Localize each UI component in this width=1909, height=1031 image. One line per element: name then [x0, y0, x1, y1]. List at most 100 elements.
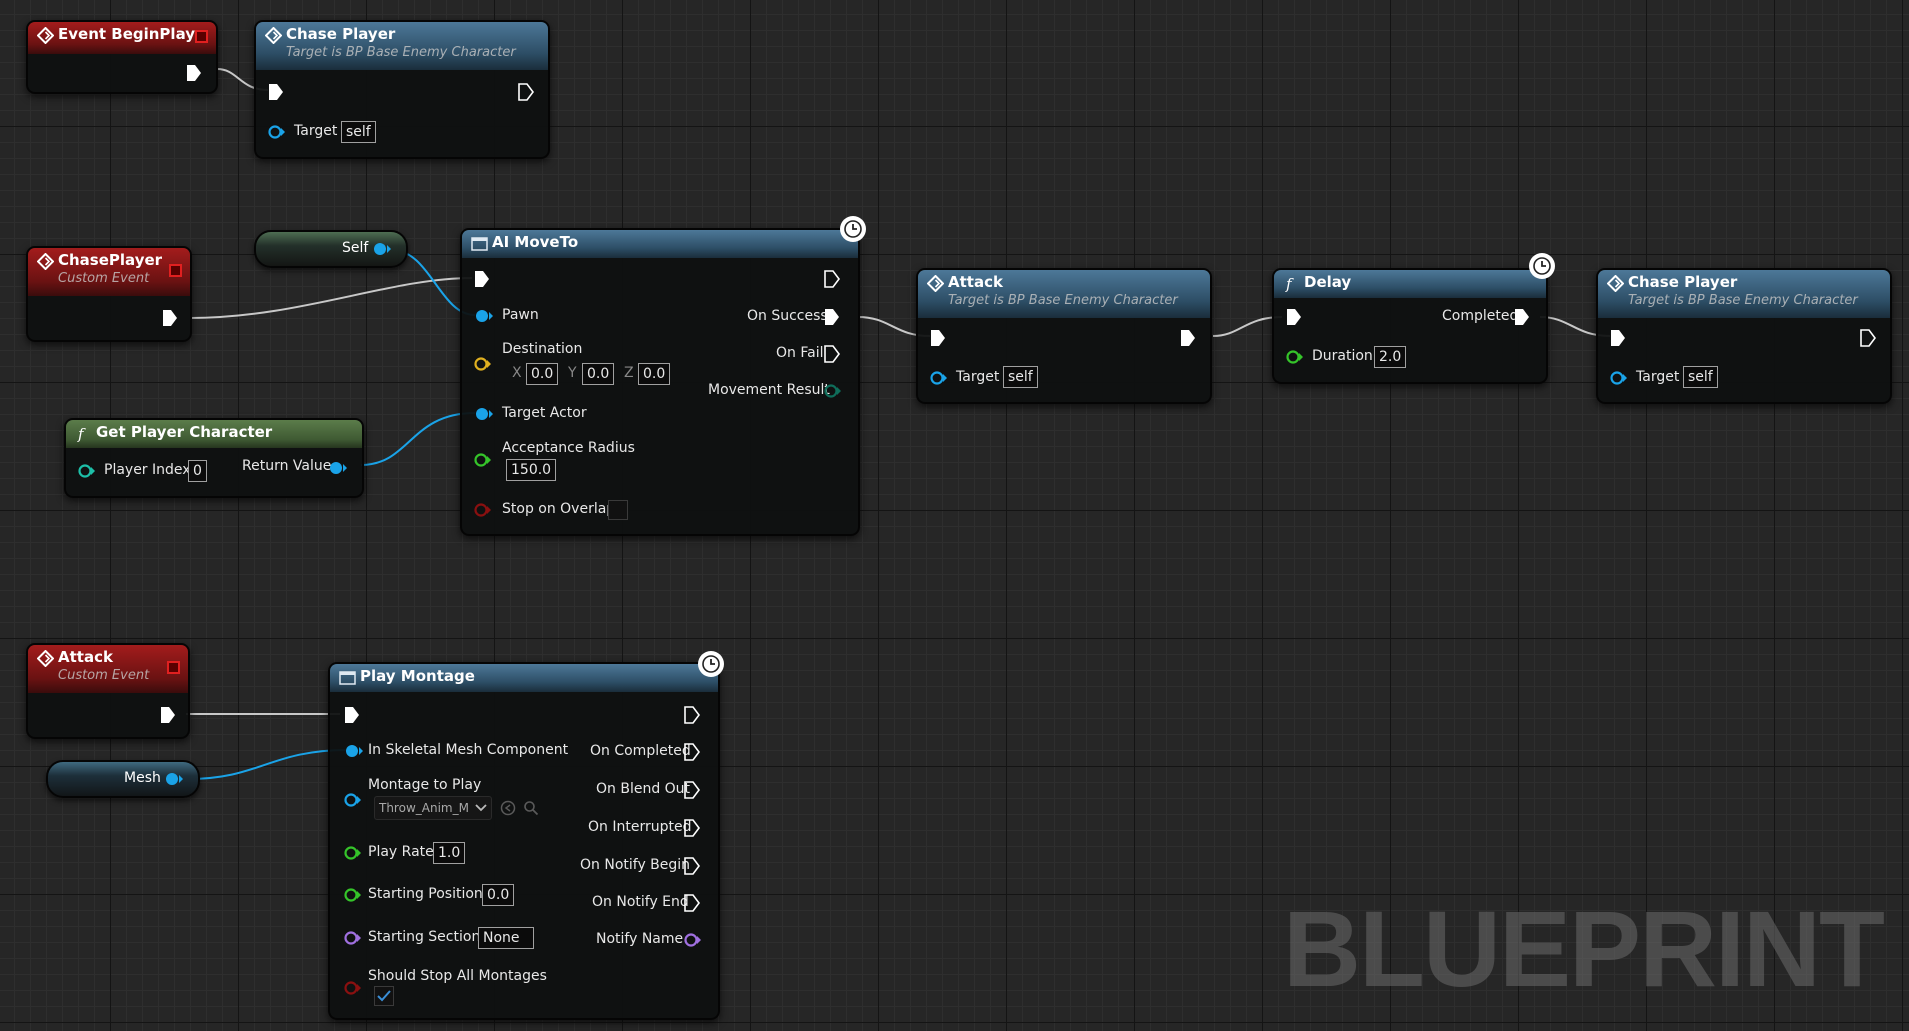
stop-on-overlap-checkbox[interactable] [608, 500, 628, 520]
on-notify-end-exec-pin[interactable] [684, 894, 700, 912]
x-value-field[interactable]: 0.0 [526, 363, 559, 385]
should-stop-all-label: Should Stop All Montages [368, 968, 547, 984]
exec-out-pin[interactable] [684, 706, 700, 724]
latent-clock-icon [1529, 253, 1555, 279]
event-diamond-icon [37, 253, 54, 270]
destination-pin[interactable] [474, 356, 492, 372]
exec-out-pin[interactable] [160, 706, 176, 724]
target-value-field[interactable]: self [1683, 366, 1718, 388]
player-index-field[interactable]: 0 [188, 460, 207, 482]
wire-object [187, 749, 349, 780]
chase-player-call-node-right[interactable]: Chase Player Target is BP Base Enemy Cha… [1596, 268, 1892, 404]
attack-custom-event-node[interactable]: Attack Custom Event [26, 643, 190, 739]
montage-select-dropdown[interactable]: Throw_Anim_M [374, 796, 492, 820]
node-title: Chase Player [1628, 273, 1738, 291]
play-montage-node[interactable]: Play Montage In Skeletal Mesh Component … [328, 662, 720, 1020]
exec-in-pin[interactable] [1286, 308, 1302, 326]
target-actor-label: Target Actor [502, 405, 587, 421]
latent-clock-icon [698, 651, 724, 677]
stop-on-overlap-pin[interactable] [474, 502, 492, 518]
target-object-pin[interactable] [268, 124, 286, 140]
should-stop-all-pin[interactable] [344, 980, 362, 996]
starting-position-field[interactable]: 0.0 [482, 884, 515, 906]
macro-icon [339, 671, 356, 685]
function-call-icon [927, 275, 944, 292]
movement-result-pin[interactable] [824, 383, 842, 399]
play-rate-pin[interactable] [344, 845, 362, 861]
target-value-field[interactable]: self [341, 121, 376, 143]
target-object-pin[interactable] [1610, 370, 1628, 386]
target-object-pin[interactable] [930, 370, 948, 386]
node-subtitle: Target is BP Base Enemy Character [286, 45, 516, 60]
exec-in-pin[interactable] [474, 270, 490, 288]
pawn-label: Pawn [502, 307, 539, 323]
acceptance-radius-pin[interactable] [474, 452, 492, 468]
z-value-field[interactable]: 0.0 [638, 363, 671, 385]
mesh-object-pin[interactable] [164, 771, 184, 787]
on-completed-label: On Completed [590, 743, 691, 759]
duration-field[interactable]: 2.0 [1374, 346, 1407, 368]
exec-out-pin[interactable] [1860, 329, 1876, 347]
exec-out-pin[interactable] [186, 64, 202, 82]
self-object-pin[interactable] [372, 241, 392, 257]
node-title: AI MoveTo [492, 233, 579, 251]
starting-position-label: Starting Position [368, 886, 483, 902]
on-blend-out-exec-pin[interactable] [684, 781, 700, 799]
completed-exec-pin[interactable] [1514, 308, 1530, 326]
target-value-field[interactable]: self [1003, 366, 1038, 388]
play-rate-field[interactable]: 1.0 [433, 842, 466, 864]
z-axis-label: Z [624, 365, 634, 381]
exec-in-pin[interactable] [930, 329, 946, 347]
event-delegate-pin[interactable] [195, 30, 208, 43]
chaseplayer-custom-event-node[interactable]: ChasePlayer Custom Event [26, 246, 192, 342]
exec-out-pin[interactable] [824, 270, 840, 288]
ai-moveto-node[interactable]: AI MoveTo Pawn Destination X 0.0 Y 0.0 Z… [460, 228, 860, 536]
player-index-pin[interactable] [78, 463, 96, 479]
return-value-label: Return Value [242, 458, 332, 474]
self-variable-node[interactable]: Self [254, 230, 408, 268]
in-skeletal-mesh-pin[interactable] [344, 743, 364, 759]
event-delegate-pin[interactable] [167, 661, 180, 674]
exec-out-pin[interactable] [518, 83, 534, 101]
event-delegate-pin[interactable] [169, 264, 182, 277]
get-player-character-node[interactable]: f Get Player Character Player Index 0 Re… [64, 418, 364, 498]
acceptance-radius-field[interactable]: 150.0 [506, 459, 557, 481]
use-selected-asset-icon[interactable] [500, 800, 516, 816]
target-label: Target [956, 369, 1000, 385]
exec-out-pin[interactable] [162, 309, 178, 327]
on-fail-exec-pin[interactable] [824, 345, 840, 363]
function-call-icon [265, 27, 282, 44]
exec-in-pin[interactable] [1610, 329, 1626, 347]
node-header: ChasePlayer Custom Event [28, 248, 190, 296]
on-success-exec-pin[interactable] [824, 308, 840, 326]
delay-node[interactable]: f Delay Completed Duration 2.0 [1272, 268, 1548, 384]
on-interrupted-exec-pin[interactable] [684, 819, 700, 837]
browse-search-icon[interactable] [523, 800, 539, 816]
on-notify-begin-exec-pin[interactable] [684, 857, 700, 875]
should-stop-all-checkbox[interactable] [374, 986, 394, 1006]
starting-section-label: Starting Section [368, 929, 481, 945]
y-value-field[interactable]: 0.0 [582, 363, 615, 385]
notify-name-pin[interactable] [684, 932, 702, 948]
exec-in-pin[interactable] [344, 706, 360, 724]
on-completed-exec-pin[interactable] [684, 743, 700, 761]
play-rate-label: Play Rate [368, 844, 434, 860]
stop-on-overlap-label: Stop on Overlap [502, 501, 616, 517]
starting-section-pin[interactable] [344, 930, 362, 946]
chase-player-call-node[interactable]: Chase Player Target is BP Base Enemy Cha… [254, 20, 550, 159]
exec-out-pin[interactable] [1180, 329, 1196, 347]
return-value-pin[interactable] [328, 460, 348, 476]
exec-in-pin[interactable] [268, 83, 284, 101]
target-actor-pin[interactable] [474, 406, 494, 422]
node-title: Get Player Character [96, 423, 273, 441]
mesh-variable-node[interactable]: Mesh [46, 760, 200, 798]
duration-pin[interactable] [1286, 349, 1304, 365]
starting-position-pin[interactable] [344, 887, 362, 903]
event-beginplay-node[interactable]: Event BeginPlay [26, 20, 218, 94]
starting-section-field[interactable]: None [478, 927, 534, 949]
montage-to-play-pin[interactable] [344, 792, 362, 808]
pawn-pin[interactable] [474, 308, 494, 324]
node-header: f Get Player Character [66, 420, 362, 448]
attack-call-node[interactable]: Attack Target is BP Base Enemy Character… [916, 268, 1212, 404]
on-notify-end-label: On Notify End [592, 894, 689, 910]
